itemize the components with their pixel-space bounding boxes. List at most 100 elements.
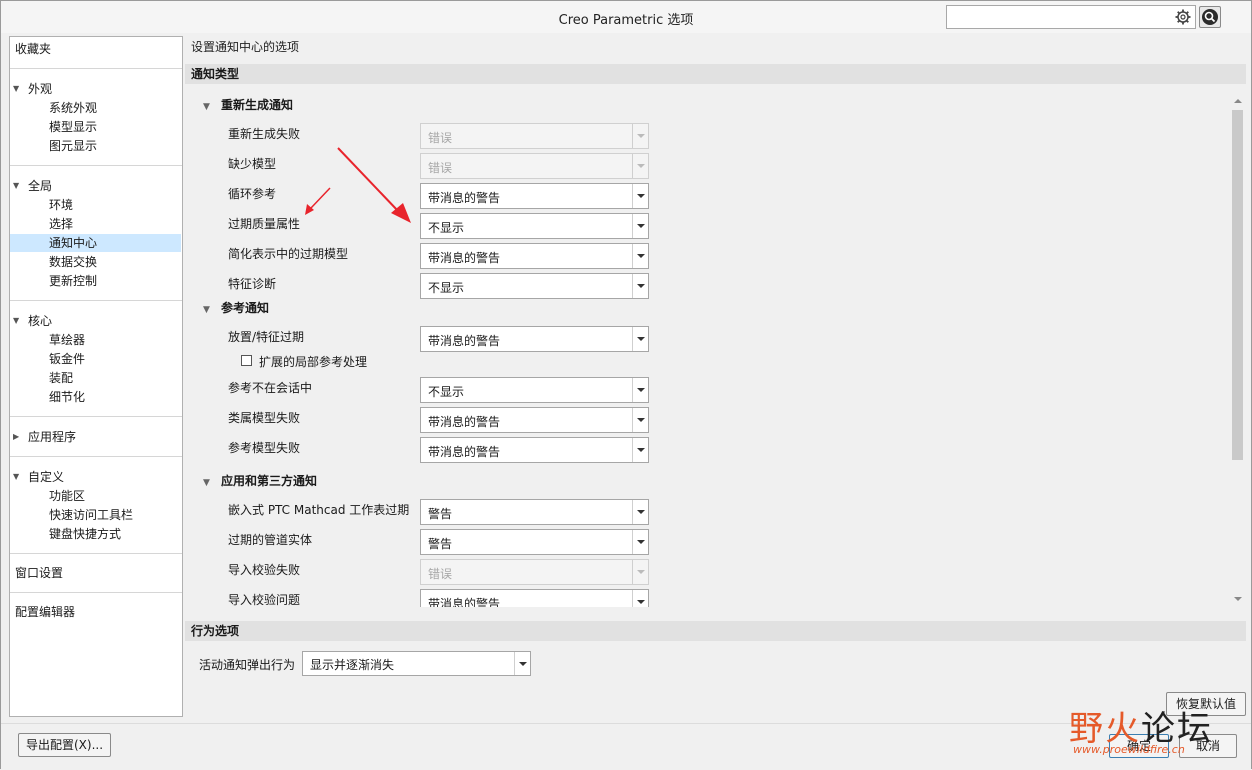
row-label: 过期的管道实体 [228, 533, 313, 547]
ref-not-in-session-select[interactable]: 不显示 [420, 377, 649, 403]
watermark-url: www.proewildfire.cn [1073, 743, 1185, 756]
nav-item-model-display[interactable]: 模型显示 [49, 118, 97, 136]
row-label: 特征诊断 [228, 277, 277, 291]
simp-rep-outdated-select[interactable]: 带消息的警告 [420, 243, 649, 269]
row-label: 放置/特征过期 [228, 330, 305, 344]
chevron-down-icon [632, 124, 648, 148]
options-nav: 收藏夹 ▼ 外观 系统外观 模型显示 图元显示 ▼ 全局 环境 选择 通知中心 … [9, 36, 183, 717]
checkbox-label: 扩展的局部参考处理 [259, 355, 368, 369]
row-label: 参考模型失败 [228, 441, 301, 455]
group-reference[interactable]: ▼ 参考通知 [203, 299, 269, 316]
chevron-down-icon[interactable] [514, 652, 530, 675]
outdated-mass-props-select[interactable]: 不显示 [420, 213, 649, 239]
chevron-down-icon[interactable] [632, 244, 648, 268]
import-check-failure-select: 错误 [420, 559, 649, 585]
chevron-down-icon[interactable] [632, 184, 648, 208]
chevron-down-icon[interactable] [632, 274, 648, 298]
generic-model-failure-select[interactable]: 带消息的警告 [420, 407, 649, 433]
row-label: 循环参考 [228, 187, 277, 201]
panel-scrollbar[interactable] [1230, 93, 1245, 607]
placement-outdated-select[interactable]: 带消息的警告 [420, 326, 649, 352]
missing-model-select: 错误 [420, 153, 649, 179]
group-regen-title: 重新生成通知 [221, 98, 294, 112]
nav-window-settings[interactable]: 窗口设置 [15, 564, 63, 582]
section-header-behavior: 行为选项 [185, 621, 1246, 641]
expand-triangle-icon[interactable]: ▼ [13, 317, 21, 325]
extended-local-ref-checkbox[interactable] [241, 355, 252, 366]
import-check-issue-select[interactable]: 带消息的警告 [420, 589, 649, 607]
popup-behavior-label: 活动通知弹出行为 [199, 658, 296, 672]
expand-triangle-icon[interactable]: ▼ [203, 102, 221, 112]
chevron-down-icon[interactable] [632, 378, 648, 402]
gear-icon[interactable] [1175, 9, 1191, 25]
page-description: 设置通知中心的选项 [191, 40, 300, 54]
row-label: 简化表示中的过期模型 [228, 247, 349, 261]
nav-item-sheetmetal[interactable]: 钣金件 [49, 350, 85, 368]
nav-customize[interactable]: 自定义 [28, 468, 64, 486]
chevron-down-icon[interactable] [632, 500, 648, 524]
expand-triangle-icon[interactable]: ▼ [203, 478, 221, 488]
popup-behavior-select[interactable]: 显示并逐渐消失 [302, 651, 531, 676]
options-dialog: Creo Parametric 选项 收藏夹 ▼ 外观 系统外观 模型显示 图元… [0, 0, 1252, 769]
chevron-down-icon[interactable] [632, 327, 648, 351]
collapse-triangle-icon[interactable]: ▶ [13, 433, 21, 441]
outdated-piping-select[interactable]: 警告 [420, 529, 649, 555]
title-bar: Creo Parametric 选项 [1, 1, 1251, 33]
forum-watermark: 野火论坛 www.proewildfire.cn [1069, 701, 1249, 767]
row-label: 类属模型失败 [228, 411, 301, 425]
nav-item-data-exchange[interactable]: 数据交换 [49, 253, 97, 271]
chevron-down-icon[interactable] [632, 214, 648, 238]
nav-item-quick-access-toolbar[interactable]: 快速访问工具栏 [49, 506, 133, 524]
scroll-thumb[interactable] [1232, 110, 1243, 460]
nav-global[interactable]: 全局 [28, 177, 52, 195]
nav-item-ribbon[interactable]: 功能区 [49, 487, 85, 505]
chevron-down-icon[interactable] [632, 438, 648, 462]
row-label: 导入校验失败 [228, 563, 301, 577]
mathcad-outdated-select[interactable]: 警告 [420, 499, 649, 525]
row-label: 导入校验问题 [228, 593, 301, 607]
nav-core[interactable]: 核心 [28, 312, 52, 330]
expand-triangle-icon[interactable]: ▼ [203, 305, 221, 315]
nav-item-system-appearance[interactable]: 系统外观 [49, 99, 97, 117]
nav-applications[interactable]: 应用程序 [28, 428, 76, 446]
nav-favorites[interactable]: 收藏夹 [15, 40, 51, 58]
nav-item-detailing[interactable]: 细节化 [49, 388, 85, 406]
nav-item-selection[interactable]: 选择 [49, 215, 73, 233]
chevron-down-icon [632, 154, 648, 178]
nav-item-sketcher[interactable]: 草绘器 [49, 331, 85, 349]
row-label: 重新生成失败 [228, 127, 301, 141]
nav-item-entity-display[interactable]: 图元显示 [49, 137, 97, 155]
scroll-down-icon[interactable] [1230, 592, 1245, 607]
ref-model-failure-select[interactable]: 带消息的警告 [420, 437, 649, 463]
nav-item-keyboard-shortcuts[interactable]: 键盘快捷方式 [49, 525, 121, 543]
circular-ref-select[interactable]: 带消息的警告 [420, 183, 649, 209]
nav-item-environment[interactable]: 环境 [49, 196, 73, 214]
chevron-down-icon[interactable] [632, 590, 648, 607]
nav-item-assembly[interactable]: 装配 [49, 369, 73, 387]
nav-item-notification-center[interactable]: 通知中心 [49, 234, 97, 252]
expand-triangle-icon[interactable]: ▼ [13, 182, 21, 190]
dialog-button-bar [1, 723, 1251, 769]
nav-appearance[interactable]: 外观 [28, 80, 52, 98]
feature-diagnostics-select[interactable]: 不显示 [420, 273, 649, 299]
group-regen[interactable]: ▼ 重新生成通知 [203, 96, 293, 113]
row-label: 缺少模型 [228, 157, 277, 171]
search-button[interactable] [1199, 6, 1221, 28]
row-label: 参考不在会话中 [228, 381, 313, 395]
scroll-up-icon[interactable] [1230, 93, 1245, 108]
row-label: 过期质量属性 [228, 217, 301, 231]
search-input[interactable] [946, 5, 1196, 29]
search-icon [1202, 9, 1218, 25]
expand-triangle-icon[interactable]: ▼ [13, 85, 21, 93]
nav-config-editor[interactable]: 配置编辑器 [15, 603, 75, 621]
chevron-down-icon[interactable] [632, 530, 648, 554]
group-apps-title: 应用和第三方通知 [221, 474, 318, 488]
nav-item-update-control[interactable]: 更新控制 [49, 272, 97, 290]
group-reference-title: 参考通知 [221, 301, 270, 315]
chevron-down-icon[interactable] [632, 408, 648, 432]
group-apps[interactable]: ▼ 应用和第三方通知 [203, 472, 317, 489]
section-header-notify-types: 通知类型 [185, 64, 1246, 84]
expand-triangle-icon[interactable]: ▼ [13, 473, 21, 481]
chevron-down-icon [632, 560, 648, 584]
export-config-button[interactable]: 导出配置(X)... [18, 733, 111, 757]
